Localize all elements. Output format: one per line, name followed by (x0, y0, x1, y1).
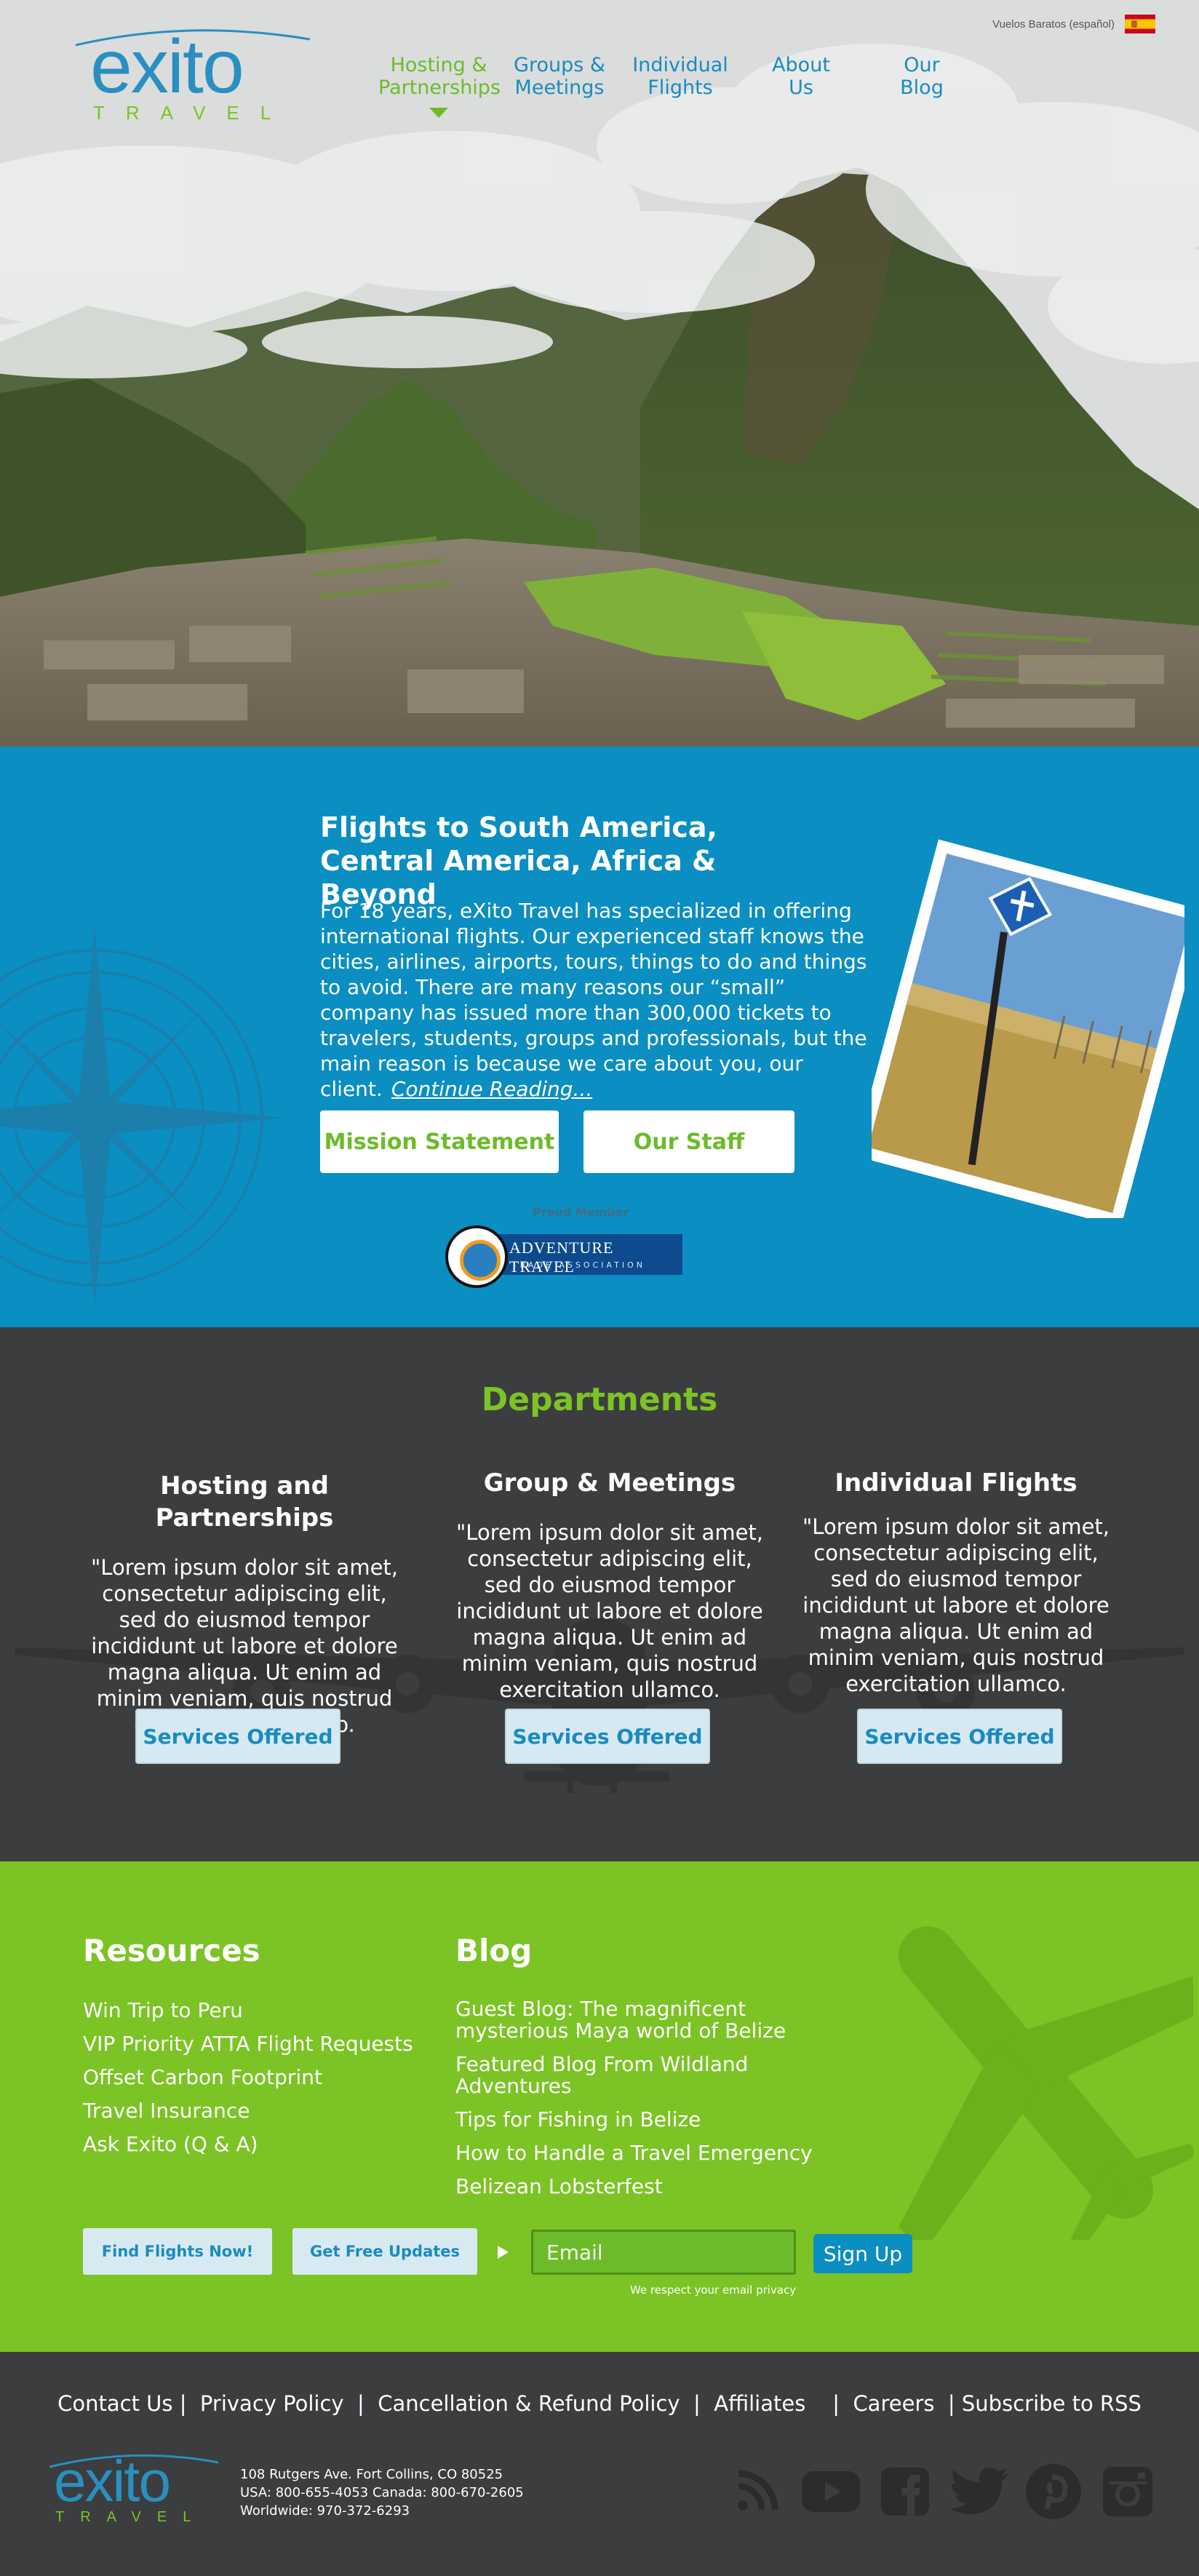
find-flights-button[interactable]: Find Flights Now! (83, 2228, 272, 2275)
department-text: "Lorem ipsum dolor sit amet, consectetur… (455, 1520, 764, 1702)
footer-link-careers[interactable]: Careers (853, 2391, 934, 2416)
logo-subtitle: TRAVEL (93, 102, 292, 124)
social-links (728, 2462, 1157, 2521)
blog-link[interactable]: Featured Blog From Wildland Adventures (455, 2054, 863, 2097)
youtube-icon[interactable] (802, 2462, 860, 2521)
blog-link[interactable]: Belizean Lobsterfest (455, 2176, 863, 2198)
department-groups: Group & Meetings "Lorem ipsum dolor sit … (435, 1467, 784, 1703)
intro-text: For 18 years, eXito Travel has specializ… (320, 899, 867, 1101)
footer-links: Contact Us | Privacy Policy | Cancellati… (0, 2391, 1199, 2416)
nav-our-blog[interactable]: Our Blog (861, 54, 982, 99)
atta-name: ADVENTURE TRAVEL (509, 1239, 614, 1276)
nav-label-line1: Our (904, 54, 940, 76)
resource-link[interactable]: Win Trip to Peru (83, 1998, 413, 2023)
blog-list: Guest Blog: The magnificent mysterious M… (455, 1998, 863, 2209)
logo-word: exito (90, 25, 244, 109)
rss-icon[interactable] (728, 2462, 786, 2521)
footer-link-cancellation[interactable]: Cancellation & Refund Policy (378, 2391, 680, 2416)
nav-hosting-partnerships[interactable]: Hosting & Partnerships (378, 54, 501, 118)
footer-separator: | (357, 2391, 365, 2416)
language-switch[interactable]: Vuelos Baratos (español) (992, 15, 1155, 33)
resources-blog-section: Resources Win Trip to Peru VIP Priority … (0, 1861, 1199, 2352)
nav-label-line1: Groups & (514, 54, 605, 76)
nav-label-line2: Us (789, 76, 813, 99)
main-navigation: Hosting & Partnerships Groups & Meetings… (378, 54, 982, 118)
email-field[interactable] (531, 2230, 796, 2275)
department-title: Individual Flights (834, 1468, 1077, 1498)
phone-line: Worldwide: 970-372-6293 (240, 2503, 410, 2519)
nav-label-line1: About (772, 54, 830, 76)
departments-title: Departments (481, 1381, 718, 1418)
nav-about-us[interactable]: About Us (741, 54, 861, 99)
active-caret-icon (429, 108, 448, 118)
nav-groups-meetings[interactable]: Groups & Meetings (499, 54, 620, 99)
blog-title: Blog (455, 1933, 533, 1968)
phone-line: USA: 800-655-4053 Canada: 800-670-2605 (240, 2485, 524, 2500)
atta-member-logo[interactable]: Proud Member ADVENTURE TRAVEL TRADE ASSO… (445, 1205, 682, 1292)
nav-label-line2: Partnerships (378, 76, 501, 99)
company-address: 108 Rutgers Ave. Fort Collins, CO 80525 … (240, 2465, 524, 2520)
intro-title: Flights to South America, Central Americ… (320, 811, 717, 910)
department-text: "Lorem ipsum dolor sit amet, consectetur… (802, 1514, 1110, 1696)
blog-link[interactable]: How to Handle a Travel Emergency (455, 2142, 863, 2164)
mission-statement-button[interactable]: Mission Statement (320, 1110, 559, 1173)
atta-proud-member: Proud Member (533, 1205, 629, 1219)
nav-individual-flights[interactable]: Individual Flights (620, 54, 741, 99)
nav-label-line2: Meetings (514, 76, 605, 99)
our-staff-button[interactable]: Our Staff (583, 1110, 794, 1173)
logo-word: exito (54, 2449, 171, 2513)
airport-sign-photo (872, 839, 1184, 1218)
intro-section: Flights to South America, Central Americ… (0, 747, 1199, 1327)
blog-link[interactable]: Tips for Fishing in Belize (455, 2109, 863, 2131)
footer-link-affiliates[interactable]: Affiliates (714, 2391, 805, 2416)
nav-label-line2: Flights (648, 76, 713, 99)
facebook-icon[interactable] (876, 2462, 934, 2521)
get-free-updates-button[interactable]: Get Free Updates (292, 2228, 477, 2275)
blog-link[interactable]: Guest Blog: The magnificent mysterious M… (455, 1998, 863, 2042)
intro-body: For 18 years, eXito Travel has specializ… (320, 898, 873, 1102)
footer-link-rss[interactable]: | Subscribe to RSS (948, 2391, 1142, 2416)
atta-subtitle: TRADE ASSOCIATION (512, 1260, 645, 1270)
nav-label-line1: Hosting & (390, 54, 487, 76)
resource-link[interactable]: Travel Insurance (83, 2099, 413, 2123)
footer-logo[interactable]: exito TRAVEL (47, 2452, 221, 2532)
footer-separator: | (832, 2391, 840, 2416)
sign-up-button[interactable]: Sign Up (813, 2234, 912, 2273)
footer-separator: | (693, 2391, 701, 2416)
resources-title: Resources (83, 1933, 260, 1968)
department-hosting: Hosting and Partnerships "Lorem ipsum do… (70, 1470, 419, 1738)
services-offered-button-individual[interactable]: Services Offered (857, 1709, 1062, 1764)
exito-travel-logo[interactable]: exito TRAVEL (73, 25, 313, 127)
airplane-watermark-icon (899, 1926, 1193, 2240)
pinterest-icon[interactable] (1024, 2462, 1083, 2521)
address-line: 108 Rutgers Ave. Fort Collins, CO 80525 (240, 2467, 503, 2482)
instagram-icon[interactable] (1099, 2462, 1157, 2521)
continue-reading-link[interactable]: Continue Reading... (391, 1077, 592, 1101)
resource-link[interactable]: Offset Carbon Footprint (83, 2065, 413, 2090)
privacy-note: We respect your email privacy (630, 2283, 797, 2297)
department-title: Group & Meetings (483, 1468, 736, 1498)
services-offered-button-hosting[interactable]: Services Offered (135, 1709, 340, 1764)
services-offered-button-groups[interactable]: Services Offered (505, 1709, 710, 1764)
departments-section: Departments Hosting and Partnerships "Lo… (0, 1327, 1199, 1861)
footer-link-privacy[interactable]: Privacy Policy (200, 2391, 344, 2416)
logo-subtitle: TRAVEL (55, 2509, 207, 2525)
department-title: Hosting and Partnerships (155, 1471, 334, 1533)
language-link[interactable]: Vuelos Baratos (español) (992, 18, 1115, 31)
nav-label-line1: Individual (632, 54, 728, 76)
resources-list: Win Trip to Peru VIP Priority ATTA Fligh… (83, 1998, 413, 2166)
site-footer: Contact Us | Privacy Policy | Cancellati… (0, 2352, 1199, 2576)
globe-icon (445, 1225, 508, 1288)
twitter-icon[interactable] (950, 2462, 1008, 2521)
department-individual: Individual Flights "Lorem ipsum dolor si… (781, 1467, 1131, 1697)
footer-link-contact[interactable]: Contact Us | (57, 2391, 186, 2416)
spain-flag-icon[interactable] (1125, 15, 1155, 33)
compass-icon (0, 929, 284, 1307)
hero-banner: Vuelos Baratos (español) exito TRAVEL Ho… (0, 0, 1199, 747)
resource-link[interactable]: VIP Priority ATTA Flight Requests (83, 2032, 413, 2056)
resource-link[interactable]: Ask Exito (Q & A) (83, 2132, 413, 2157)
arrow-right-icon (498, 2246, 509, 2259)
nav-label-line2: Blog (900, 76, 944, 99)
